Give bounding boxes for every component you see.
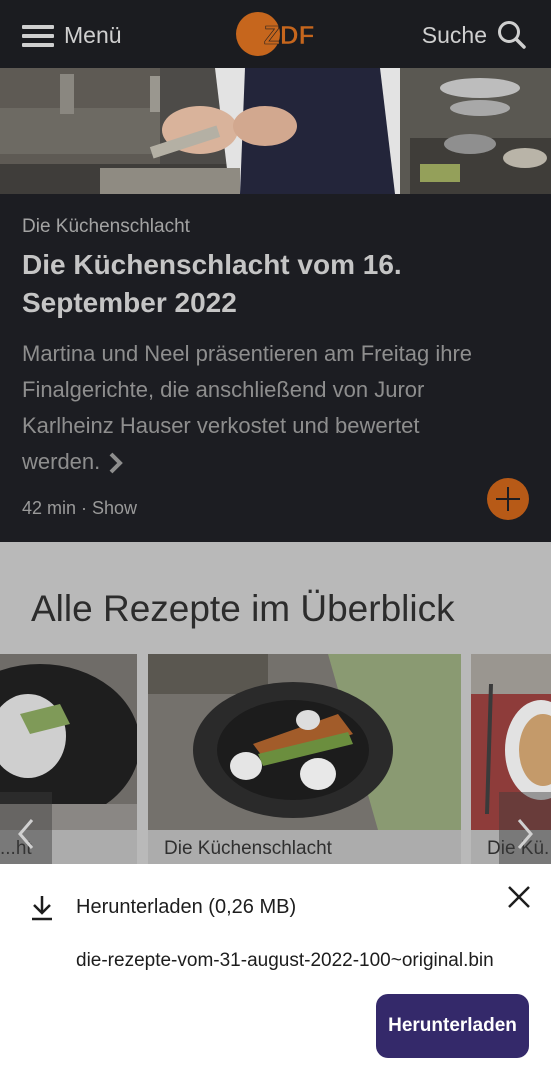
hero-image[interactable] [0, 68, 551, 194]
feature-card[interactable]: Die Küchenschlacht Die Küchenschlacht vo… [0, 194, 551, 542]
menu-button[interactable]: Menü [22, 22, 122, 49]
recipes-section: Alle Rezepte im Überblick ...ht Die Küch… [0, 542, 551, 864]
chevron-right-icon [517, 819, 533, 849]
recipe-carousel: ...ht Die Küchenschlacht Die Kü. [0, 654, 551, 864]
recipe-caption: Die Küchenschlacht [148, 830, 461, 864]
feature-title[interactable]: Die Küchenschlacht vom 16. September 202… [22, 246, 492, 322]
hamburger-icon [22, 24, 54, 47]
recipe-image [148, 654, 461, 830]
download-filename: die-rezepte-vom-31-august-2022-100~origi… [76, 950, 494, 971]
search-label: Suche [421, 21, 487, 48]
zdf-logo[interactable]: ZDF [236, 12, 318, 56]
recipe-tile[interactable]: Die Küchenschlacht [148, 654, 461, 864]
top-bar: Menü ZDF Suche [0, 0, 551, 68]
download-title: Herunterladen (0,26 MB) [76, 896, 297, 918]
svg-text:ZDF: ZDF [264, 20, 315, 50]
feature-meta: 42 min · Show [22, 498, 138, 518]
feature-description-text: Martina und Neel präsentieren am Freitag… [22, 341, 473, 474]
download-button[interactable]: Herunterladen [376, 994, 529, 1058]
close-button[interactable] [504, 882, 534, 912]
menu-label: Menü [64, 22, 122, 48]
chevron-right-icon[interactable] [108, 452, 124, 474]
search-button[interactable]: Suche [422, 20, 527, 50]
search-icon [498, 21, 526, 49]
feature-category: Die Küchenschlacht [22, 216, 190, 237]
feature-description: Martina und Neel präsentieren am Freitag… [22, 336, 502, 480]
close-icon [508, 886, 530, 908]
section-title: Alle Rezepte im Überblick [31, 588, 455, 629]
chevron-left-icon [18, 819, 34, 849]
download-sheet: Herunterladen (0,26 MB) die-rezepte-vom-… [0, 864, 551, 1080]
download-icon [32, 896, 52, 921]
add-to-list-button[interactable] [487, 478, 529, 520]
